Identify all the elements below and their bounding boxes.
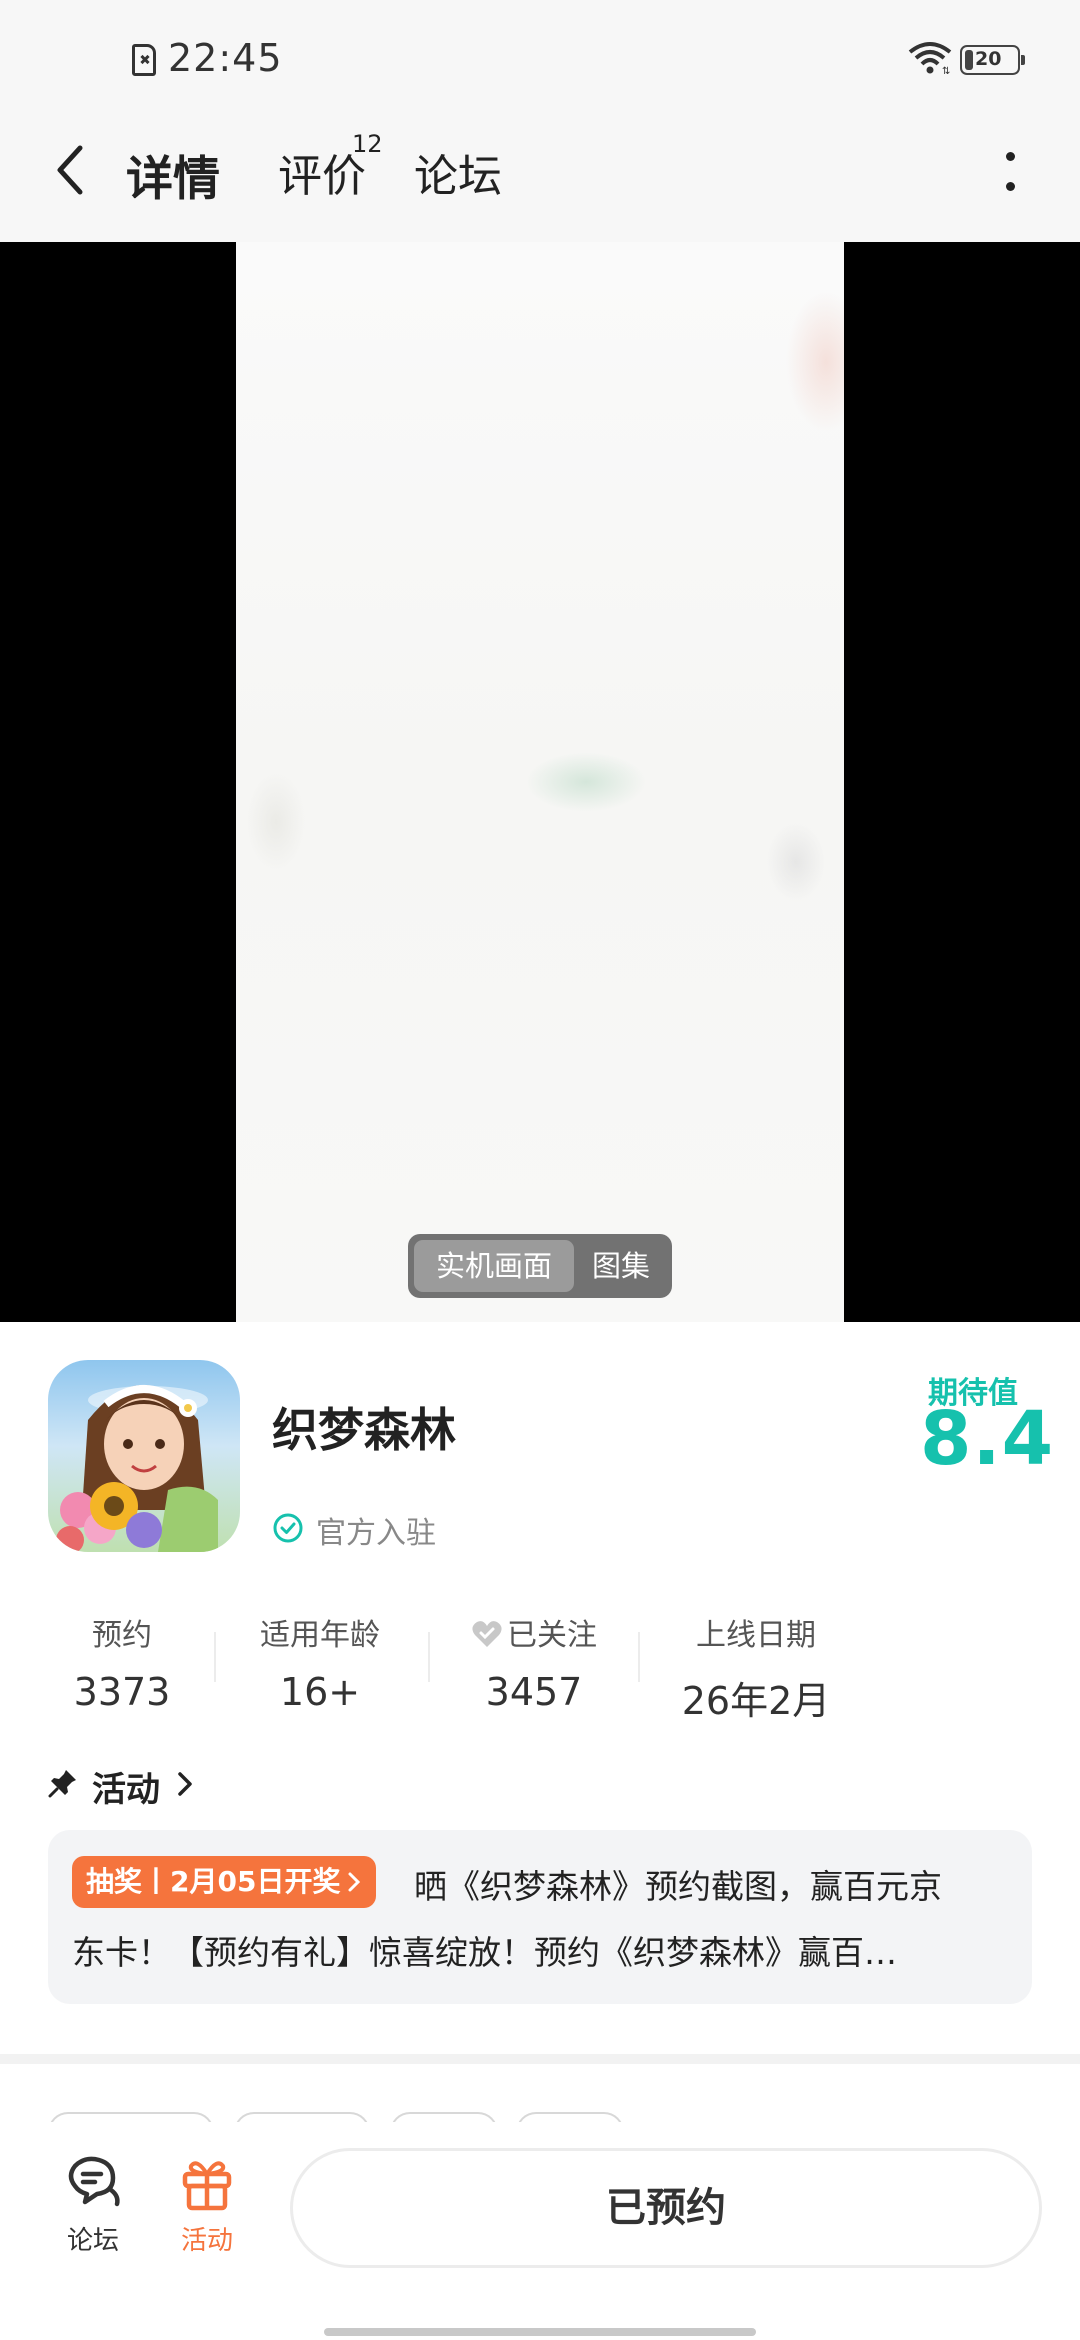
stat-value: 3373: [73, 1670, 171, 1714]
toggle-gameplay[interactable]: 实机画面: [414, 1240, 574, 1292]
stat-launch-date: 上线日期 26年2月: [672, 1610, 840, 1725]
tab-forum-label: 论坛: [414, 151, 502, 202]
expectation-score: 8.4: [920, 1396, 1055, 1482]
app-name: 织梦森林: [272, 1403, 456, 1457]
stat-value: 26年2月: [681, 1679, 831, 1723]
chevron-right-icon: [348, 1872, 361, 1892]
stat-label: 预约: [92, 1618, 152, 1653]
lottery-tag: 抽奖丨2月05日开奖: [72, 1856, 377, 1908]
official-label: 官方入驻: [316, 1516, 436, 1551]
stat-followers[interactable]: 已关注 3457: [454, 1610, 614, 1714]
heart-icon: [472, 1621, 502, 1647]
reserved-button[interactable]: 已预约: [290, 2148, 1042, 2268]
toggle-gallery[interactable]: 图集: [574, 1240, 668, 1292]
more-options-icon[interactable]: [1000, 148, 1020, 196]
verified-check-icon: [273, 1513, 303, 1543]
no-sim-icon: [132, 44, 156, 76]
tab-forum[interactable]: 论坛: [414, 140, 502, 204]
game-detail-page: 22:45 ⇅ 20 详情 评价 12 论坛 实机画面 图集 织梦森林 官方入驻…: [0, 0, 1080, 2340]
app-icon: [48, 1360, 240, 1552]
chevron-right-icon: [178, 1772, 192, 1796]
activity-title: 活动: [92, 1770, 160, 1810]
battery-percent: 20: [975, 48, 1002, 70]
stat-label: 已关注: [454, 1610, 614, 1654]
section-divider: [0, 2054, 1080, 2064]
forum-chat-icon: [68, 2156, 120, 2207]
battery-level: [965, 50, 973, 70]
status-time: 22:45: [168, 36, 283, 80]
activity-text-line2: 东卡！【预约有礼】惊喜绽放！预约《织梦森林》赢百…: [72, 1933, 897, 1972]
back-arrow-icon[interactable]: [50, 140, 90, 200]
stat-label: 上线日期: [696, 1618, 816, 1653]
review-count-badge: 12: [352, 130, 383, 158]
tab-detail-label: 详情: [126, 152, 220, 207]
activity-text-line1: 晒《织梦森林》预约截图，赢百元京: [414, 1867, 942, 1906]
media-toggle[interactable]: 实机画面 图集: [408, 1234, 672, 1298]
stat-reservations: 预约 3373: [42, 1610, 202, 1714]
gameplay-screenshot[interactable]: [236, 242, 844, 1322]
gift-icon: [182, 2161, 232, 2211]
stat-divider: [428, 1632, 430, 1682]
stat-divider: [214, 1632, 216, 1682]
tab-detail[interactable]: 详情: [122, 140, 224, 209]
stat-value: 16+: [279, 1670, 361, 1714]
lottery-tag-text: 抽奖丨2月05日开奖: [86, 1865, 341, 1898]
home-indicator[interactable]: [324, 2328, 756, 2336]
tab-review-label: 评价: [278, 151, 366, 202]
pin-icon: [48, 1770, 76, 1798]
bottom-activity-label: 活动: [180, 2226, 233, 2256]
media-viewer[interactable]: 实机画面 图集: [0, 242, 1080, 1322]
activity-card[interactable]: 抽奖丨2月05日开奖 晒《织梦森林》预约截图，赢百元京 东卡！【预约有礼】惊喜绽…: [48, 1830, 1032, 2004]
stat-age-rating: 适用年龄 16+: [240, 1610, 400, 1714]
battery-icon: 20: [960, 45, 1025, 75]
bottom-activity-button[interactable]: 活动: [162, 2152, 252, 2257]
followers-label-text: 已关注: [507, 1618, 597, 1653]
svg-text:⇅: ⇅: [942, 66, 950, 76]
stat-label: 适用年龄: [260, 1618, 380, 1653]
stat-divider: [638, 1632, 640, 1682]
wifi-icon: ⇅: [908, 42, 952, 76]
stat-value: 3457: [485, 1670, 583, 1714]
bottom-forum-label: 论坛: [66, 2226, 119, 2256]
bottom-forum-button[interactable]: 论坛: [48, 2152, 138, 2257]
